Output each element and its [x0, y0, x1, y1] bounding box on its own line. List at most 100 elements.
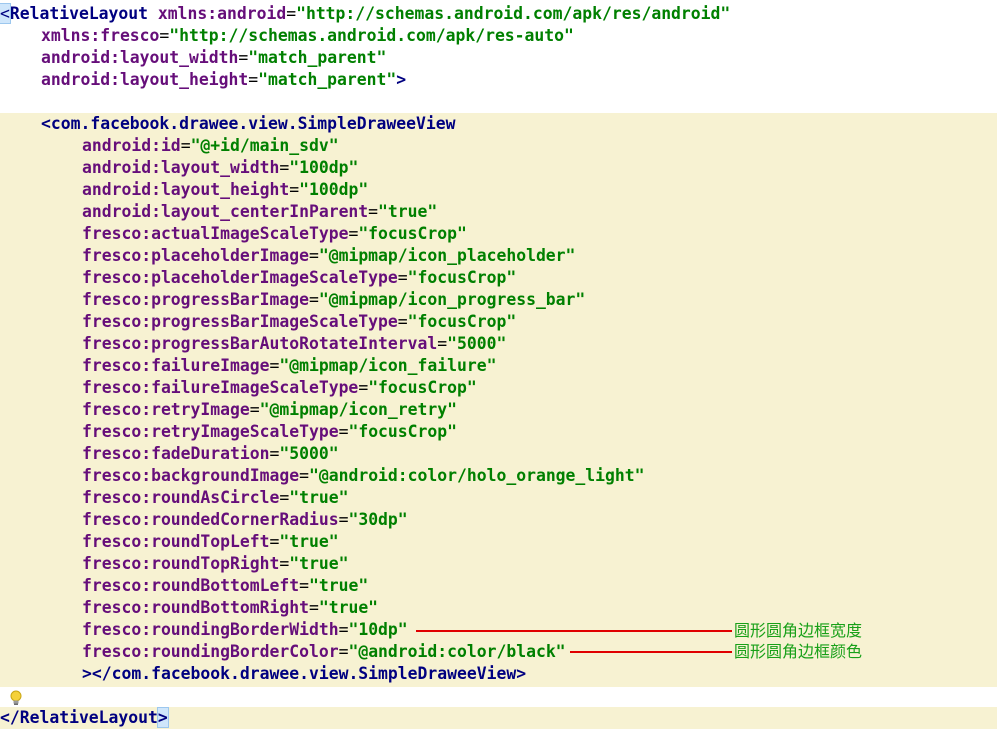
drawee-attribute-line: fresco:placeholderImageScaleType="focusC… — [82, 268, 517, 287]
attr-name: fresco:roundAsCircle — [82, 488, 280, 507]
drawee-close-end: > — [516, 664, 527, 683]
drawee-attribute-line: fresco:backgroundImage="@android:color/h… — [82, 466, 645, 485]
attr-name: fresco:placeholderImage — [82, 246, 309, 265]
drawee-attribute-line: fresco:fadeDuration="5000" — [82, 444, 339, 463]
attr-value: "@+id/main_sdv" — [190, 136, 339, 155]
code-line-drawee-close: ></com.facebook.drawee.view.SimpleDrawee… — [82, 663, 526, 685]
drawee-attribute-line: fresco:failureImageScaleType="focusCrop" — [82, 378, 477, 397]
drawee-attribute-line: fresco:roundingBorderWidth="10dp" — [82, 620, 408, 639]
attr-value: "focusCrop" — [358, 224, 467, 243]
attr-value: "@mipmap/icon_progress_bar" — [318, 290, 586, 309]
drawee-tag-open: <com.facebook.drawee.view.SimpleDraweeVi… — [41, 114, 456, 133]
attr-value: "true" — [308, 576, 369, 595]
attr-value: "true" — [279, 532, 339, 551]
attr-value: "focusCrop" — [368, 378, 477, 397]
attr-value: "10dp" — [348, 620, 408, 639]
drawee-attribute-line: fresco:placeholderImage="@mipmap/icon_pl… — [82, 246, 576, 265]
drawee-close-tag: </com.facebook.drawee.view.SimpleDraweeV… — [91, 664, 517, 683]
attr-value: "http://schemas.android.com/apk/res/andr… — [296, 4, 731, 23]
annotation-line-border-width — [416, 630, 732, 632]
attr-name: fresco:backgroundImage — [82, 466, 300, 485]
attr-value: "match_parent" — [248, 48, 387, 67]
attr-value: "true" — [289, 488, 349, 507]
attr-name: fresco:retryImage — [82, 400, 250, 419]
attr-name: fresco:fadeDuration — [82, 444, 270, 463]
attr-value: "focusCrop" — [348, 422, 458, 441]
attr-name: fresco:progressBarImageScaleType — [82, 312, 398, 331]
attr-value: "@android:color/black" — [348, 642, 566, 661]
attr-name: fresco:roundTopRight — [82, 554, 280, 573]
attr-value: "100dp" — [289, 158, 359, 177]
drawee-attribute-line: fresco:retryImageScaleType="focusCrop" — [82, 422, 458, 441]
drawee-attribute-line: fresco:roundedCornerRadius="30dp" — [82, 510, 408, 529]
attr-name: fresco:actualImageScaleType — [82, 224, 349, 243]
drawee-attribute-line: fresco:retryImage="@mipmap/icon_retry" — [82, 400, 458, 419]
code-line-1: <RelativeLayout xmlns:android="http://sc… — [0, 3, 731, 24]
annotation-line-border-color — [570, 651, 732, 653]
code-line-3: android:layout_width="match_parent" — [41, 48, 387, 67]
attr-value: "match_parent" — [258, 70, 397, 89]
attr-name: android:layout_height — [82, 180, 290, 199]
lightbulb-icon[interactable] — [9, 690, 23, 706]
drawee-attribute-line: fresco:roundTopRight="true" — [82, 554, 349, 573]
drawee-attribute-line: fresco:roundTopLeft="true" — [82, 532, 339, 551]
drawee-attribute-line: android:layout_centerInParent="true" — [82, 202, 438, 221]
attr-name: fresco:roundTopLeft — [82, 532, 270, 551]
attr-name: fresco:progressBarAutoRotateInterval — [82, 334, 438, 353]
drawee-attribute-line: fresco:roundBottomLeft="true" — [82, 576, 369, 595]
drawee-attribute-line: android:id="@+id/main_sdv" — [82, 136, 339, 155]
attr-value: "true" — [289, 554, 349, 573]
drawee-attribute-line: fresco:progressBarImageScaleType="focusC… — [82, 312, 517, 331]
attr-value: "focusCrop" — [407, 312, 517, 331]
tag-open-bracket: < — [0, 3, 11, 24]
attr-name: fresco:roundingBorderColor — [82, 642, 339, 661]
attr-name: android:layout_width — [82, 158, 280, 177]
drawee-attribute-line: fresco:progressBarImage="@mipmap/icon_pr… — [82, 290, 586, 309]
code-line-root-close: </RelativeLayout> — [0, 707, 169, 729]
attr-name: android:layout_width — [41, 48, 239, 67]
attr-value: "true" — [378, 202, 438, 221]
attr-name: fresco:failureImage — [82, 356, 270, 375]
drawee-attribute-line: android:layout_height="100dp" — [82, 180, 369, 199]
attr-value: "http://schemas.android.com/apk/res-auto… — [169, 26, 574, 45]
attr-name: xmlns:fresco — [41, 26, 160, 45]
attr-name: xmlns:android — [157, 4, 287, 23]
annotation-border-width: 圆形圆角边框宽度 — [734, 621, 863, 640]
attr-name: fresco:placeholderImageScaleType — [82, 268, 398, 287]
drawee-attribute-line: fresco:actualImageScaleType="focusCrop" — [82, 224, 467, 243]
attr-value: "100dp" — [299, 180, 369, 199]
attr-value: "@mipmap/icon_failure" — [279, 356, 497, 375]
attr-value: "@mipmap/icon_placeholder" — [318, 246, 576, 265]
attr-name: fresco:retryImageScaleType — [82, 422, 339, 441]
attr-name: fresco:roundBottomLeft — [82, 576, 300, 595]
attr-name: fresco:roundingBorderWidth — [82, 620, 339, 639]
attr-name: fresco:roundedCornerRadius — [82, 510, 339, 529]
root-close-end: > — [156, 707, 169, 728]
attr-name: fresco:failureImageScaleType — [82, 378, 359, 397]
attr-name: fresco:roundBottomRight — [82, 598, 309, 617]
attr-value: "@android:color/holo_orange_light" — [308, 466, 645, 485]
drawee-attribute-line: fresco:failureImage="@mipmap/icon_failur… — [82, 356, 497, 375]
code-line-4: android:layout_height="match_parent"> — [41, 70, 407, 89]
drawee-attribute-line: fresco:roundBottomRight="true" — [82, 598, 379, 617]
attr-value: "focusCrop" — [407, 268, 517, 287]
attr-value: "30dp" — [348, 510, 408, 529]
attr-name: android:layout_height — [41, 70, 249, 89]
drawee-attribute-line: fresco:progressBarAutoRotateInterval="50… — [82, 334, 507, 353]
code-line-drawee-open: <com.facebook.drawee.view.SimpleDraweeVi… — [41, 113, 455, 135]
attr-name: android:layout_centerInParent — [82, 202, 369, 221]
attr-value: "@mipmap/icon_retry" — [259, 400, 458, 419]
attr-value: "5000" — [447, 334, 507, 353]
root-tag-name: RelativeLayout — [9, 4, 149, 23]
attr-value: "5000" — [279, 444, 339, 463]
attr-value: "true" — [318, 598, 379, 617]
drawee-close-gt: > — [82, 664, 92, 683]
root-close-tag: </RelativeLayout — [0, 708, 158, 727]
drawee-attribute-line: fresco:roundAsCircle="true" — [82, 488, 349, 507]
tag-close-bracket: > — [396, 70, 407, 89]
code-line-2: xmlns:fresco="http://schemas.android.com… — [41, 26, 574, 45]
attr-name: android:id — [82, 136, 181, 155]
annotation-border-color: 圆形圆角边框颜色 — [734, 642, 863, 661]
attr-name: fresco:progressBarImage — [82, 290, 309, 309]
code-editor[interactable]: <RelativeLayout xmlns:android="http://sc… — [0, 0, 997, 735]
